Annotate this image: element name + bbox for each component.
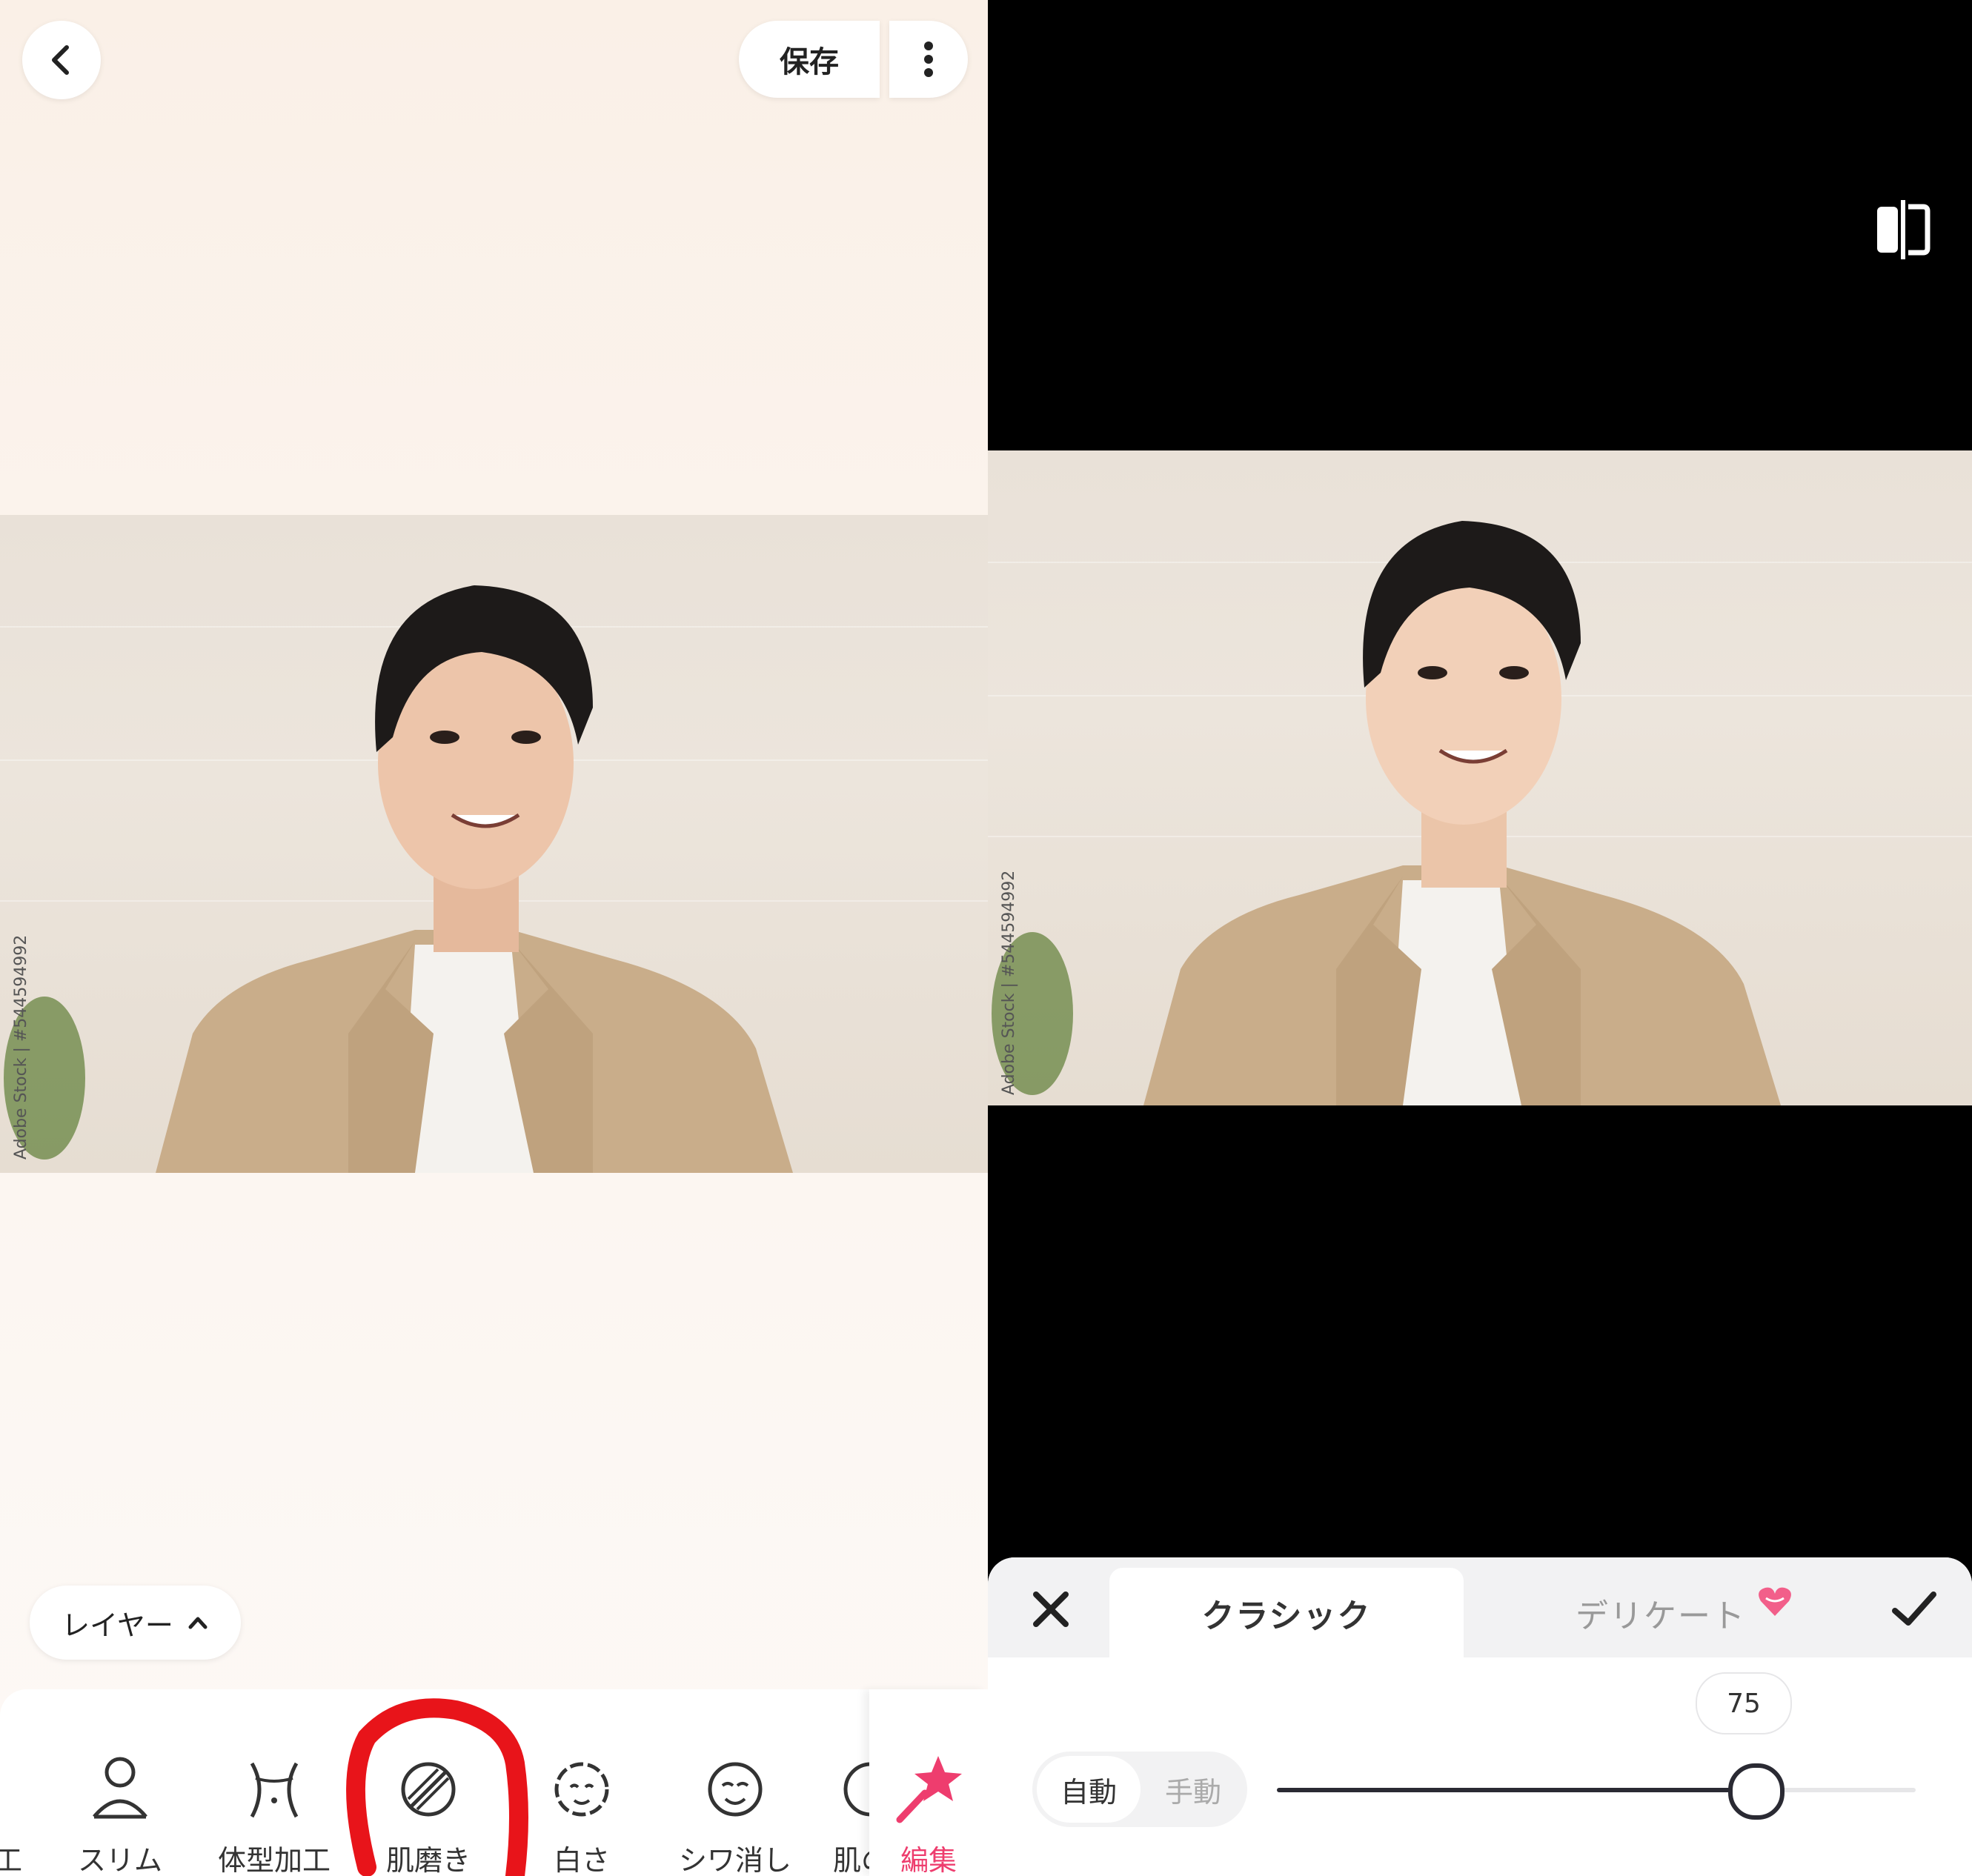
chevron-up-icon <box>188 1617 208 1629</box>
tool-label: 体型加工 <box>217 1844 331 1876</box>
tool-label: 編集 <box>900 1844 957 1876</box>
compare-button[interactable] <box>1870 196 1936 266</box>
premium-heart-icon <box>1759 1587 1791 1616</box>
chevron-left-icon <box>52 45 69 75</box>
tab-classic[interactable]: クラシック <box>1109 1568 1464 1657</box>
layer-button[interactable]: レイヤー <box>30 1586 241 1660</box>
portrait-illustration: Adobe Stock | #544594992 <box>4 585 793 1173</box>
layer-label: レイヤー <box>62 1609 173 1642</box>
photo-watermark: Adobe Stock | #544594992 <box>1000 871 1018 1095</box>
skin-smooth-screen: Adobe Stock | #544594992 クラシック デリケート 自動 … <box>988 0 1972 1876</box>
photo-watermark: Adobe Stock | #544594992 <box>12 935 30 1160</box>
tool-label: 工 <box>0 1844 22 1876</box>
adjustment-panel: クラシック デリケート 自動 手動 75 <box>988 1557 1972 1876</box>
slider-fill <box>1277 1788 1756 1792</box>
portrait-illustration: Adobe Stock | #544594992 <box>992 521 1781 1105</box>
compare-split-icon <box>1877 200 1930 259</box>
mode-toggle: 自動 手動 <box>1032 1752 1247 1827</box>
intensity-slider[interactable] <box>1277 1763 1916 1820</box>
preview-photo: Adobe Stock | #544594992 <box>988 450 1972 1105</box>
tool-skin-tone[interactable]: 肌の <box>800 1689 874 1876</box>
back-button[interactable] <box>22 21 101 99</box>
cancel-button[interactable] <box>1025 1583 1077 1635</box>
magic-wand-icon <box>896 1756 962 1823</box>
editor-screen: 保存 Adobe Stock | #544594992 レイヤー 工 スリム 体… <box>0 0 988 1876</box>
tab-delicate[interactable]: デリケート <box>1507 1568 1862 1657</box>
tab-delicate-label: デリケート <box>1576 1597 1746 1635</box>
slider-value-bubble: 75 <box>1696 1672 1792 1734</box>
tool-label: スリム <box>77 1844 162 1876</box>
slim-person-icon <box>93 1757 147 1819</box>
save-button[interactable]: 保存 <box>739 21 880 98</box>
body-shape-icon <box>250 1762 299 1818</box>
tool-label: シワ消し <box>678 1844 791 1876</box>
tool-partial[interactable]: 工 <box>0 1689 30 1876</box>
tool-slim[interactable]: スリム <box>46 1689 194 1876</box>
tool-body-shape[interactable]: 体型加工 <box>200 1689 348 1876</box>
red-circle-annotation <box>346 1698 528 1876</box>
close-icon <box>1033 1591 1069 1627</box>
whitening-face-icon <box>554 1762 609 1817</box>
edited-photo[interactable]: Adobe Stock | #544594992 <box>0 515 988 1173</box>
slider-handle[interactable] <box>1728 1763 1785 1820</box>
checkmark-icon <box>1892 1591 1936 1626</box>
more-vertical-icon <box>924 41 933 77</box>
tool-wrinkle-remove[interactable]: シワ消し <box>661 1689 809 1876</box>
tool-edit[interactable]: 編集 <box>869 1689 988 1876</box>
skin-tone-icon <box>843 1762 874 1817</box>
more-menu-button[interactable] <box>889 21 968 98</box>
mode-manual-button[interactable]: 手動 <box>1143 1756 1243 1823</box>
mode-auto-button[interactable]: 自動 <box>1037 1756 1141 1823</box>
tool-label: 肌の <box>833 1844 874 1876</box>
wrinkle-remove-icon <box>708 1762 763 1817</box>
confirm-button[interactable] <box>1888 1583 1940 1635</box>
